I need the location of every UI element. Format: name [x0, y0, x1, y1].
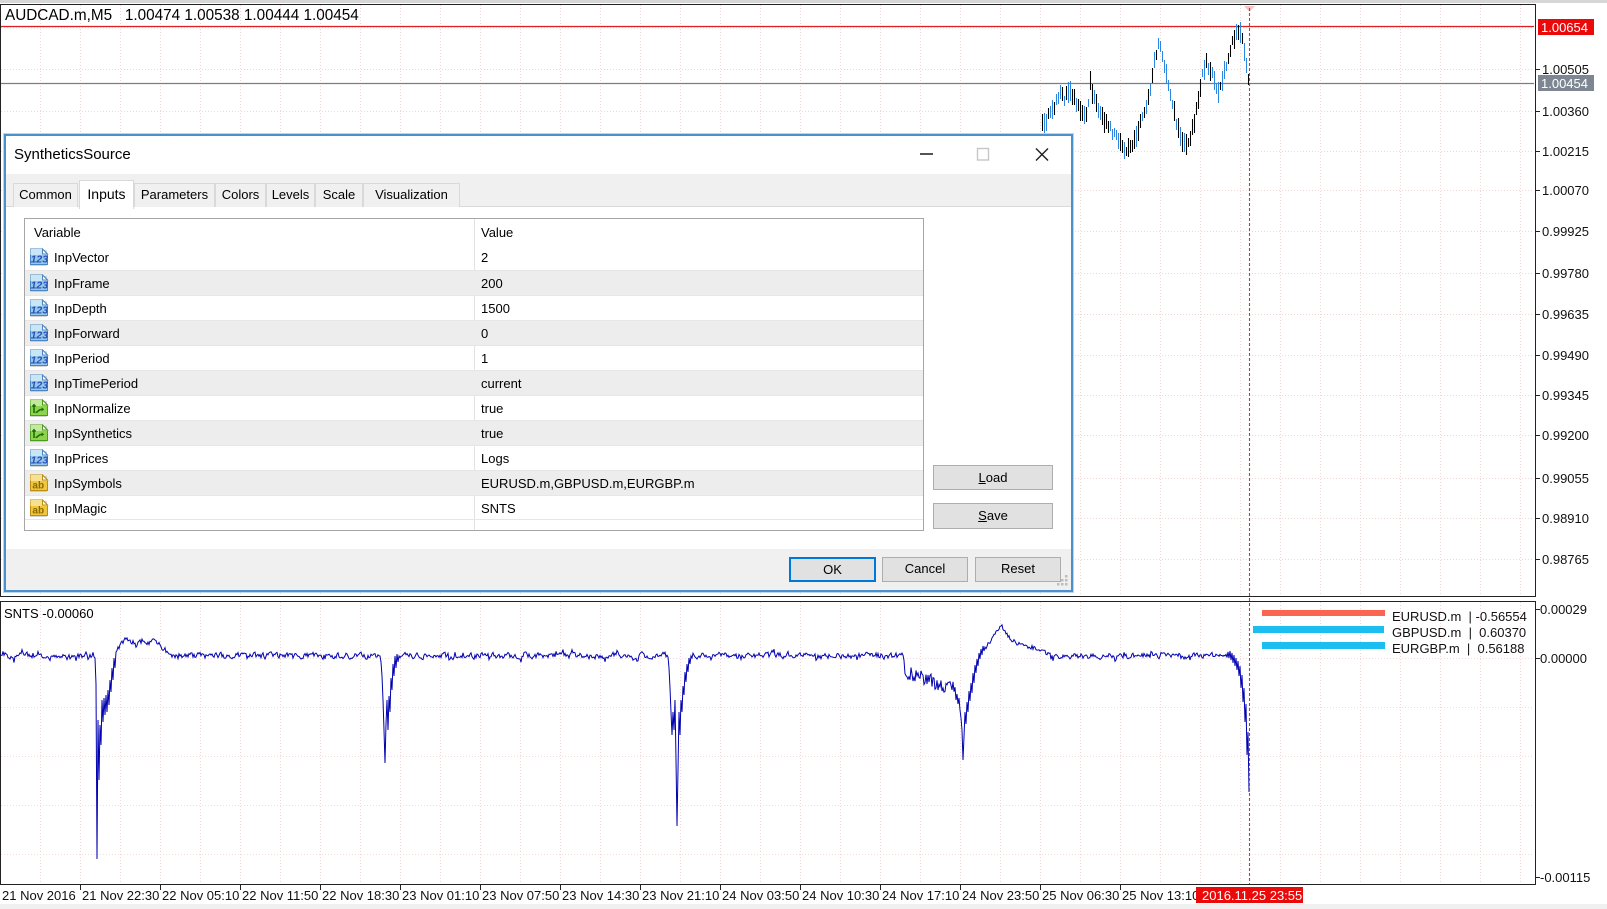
svg-text:21 Nov 22:30: 21 Nov 22:30 [82, 888, 159, 903]
svg-text:1.00454: 1.00454 [1541, 76, 1588, 91]
svg-text:25 Nov 06:30: 25 Nov 06:30 [1042, 888, 1119, 903]
svg-text:0.98765: 0.98765 [1542, 552, 1589, 567]
svg-text:2016.11.25 23:55: 2016.11.25 23:55 [1202, 888, 1302, 903]
svg-text:-0.00115: -0.00115 [1540, 870, 1590, 885]
svg-text:0.99345: 0.99345 [1542, 388, 1589, 403]
svg-text:0.00000: 0.00000 [1540, 651, 1587, 666]
svg-text:ab: ab [32, 506, 44, 517]
svg-text:AUDCAD.m,M5 1.00474 1.00538: AUDCAD.m,M5 1.00474 1.00538 1.00444 1.00… [5, 7, 359, 24]
svg-text:0.99925: 0.99925 [1542, 224, 1589, 239]
svg-text:22 Nov 05:10: 22 Nov 05:10 [162, 888, 239, 903]
svg-text:24 Nov 03:50: 24 Nov 03:50 [722, 888, 799, 903]
svg-text:23 Nov 07:50: 23 Nov 07:50 [482, 888, 559, 903]
svg-text:123: 123 [31, 380, 49, 392]
svg-text:24 Nov 23:50: 24 Nov 23:50 [962, 888, 1039, 903]
svg-text:1.00215: 1.00215 [1542, 144, 1589, 159]
svg-text:123: 123 [31, 280, 49, 292]
svg-text:123: 123 [31, 355, 49, 367]
svg-text:123: 123 [31, 305, 49, 317]
svg-text:1.00360: 1.00360 [1542, 104, 1589, 119]
svg-text:EURUSD.m | -0.56554: EURUSD.m | -0.56554 [1392, 609, 1527, 624]
svg-text:123: 123 [31, 254, 49, 266]
svg-text:0.98910: 0.98910 [1542, 511, 1589, 526]
svg-text:22 Nov 18:30: 22 Nov 18:30 [322, 888, 399, 903]
svg-text:ab: ab [32, 481, 44, 492]
svg-text:123: 123 [31, 455, 49, 467]
svg-text:23 Nov 21:10: 23 Nov 21:10 [642, 888, 719, 903]
svg-text:123: 123 [31, 330, 49, 342]
svg-text:0.99780: 0.99780 [1542, 266, 1589, 281]
svg-text:23 Nov 14:30: 23 Nov 14:30 [562, 888, 639, 903]
svg-text:1.00505: 1.00505 [1542, 62, 1589, 77]
svg-text:24 Nov 10:30: 24 Nov 10:30 [802, 888, 879, 903]
svg-text:0.99200: 0.99200 [1542, 428, 1589, 443]
svg-text:1.00654: 1.00654 [1541, 20, 1588, 35]
svg-text:21 Nov 2016: 21 Nov 2016 [2, 888, 76, 903]
svg-text:0.99490: 0.99490 [1542, 348, 1589, 363]
svg-text:24 Nov 17:10: 24 Nov 17:10 [882, 888, 959, 903]
svg-text:SNTS -0.00060: SNTS -0.00060 [4, 606, 94, 621]
svg-text:EURGBP.m | 0.56188: EURGBP.m | 0.56188 [1392, 641, 1524, 656]
svg-text:GBPUSD.m | 0.60370: GBPUSD.m | 0.60370 [1392, 625, 1526, 640]
svg-text:1.00070: 1.00070 [1542, 183, 1589, 198]
svg-text:0.99055: 0.99055 [1542, 471, 1589, 486]
svg-text:23 Nov 01:10: 23 Nov 01:10 [402, 888, 479, 903]
svg-text:22 Nov 11:50: 22 Nov 11:50 [242, 888, 318, 903]
svg-text:0.00029: 0.00029 [1540, 602, 1587, 617]
svg-text:25 Nov 13:10: 25 Nov 13:10 [1122, 888, 1199, 903]
svg-text:0.99635: 0.99635 [1542, 307, 1589, 322]
